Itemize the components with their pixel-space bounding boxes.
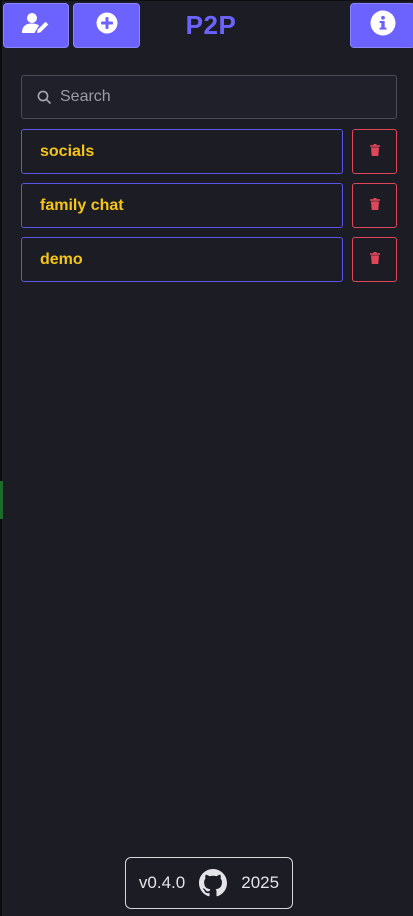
chat-item-socials[interactable]: socials (21, 129, 343, 174)
chat-item-family-chat[interactable]: family chat (21, 183, 343, 228)
search-input[interactable] (60, 88, 396, 106)
trash-icon (369, 251, 380, 269)
app-title: P2P (185, 10, 237, 40)
top-border (2, 0, 413, 1)
version-label: v0.4.0 (138, 873, 186, 892)
delete-chat-button[interactable] (352, 129, 397, 174)
new-chat-button[interactable] (73, 3, 140, 48)
window-edge-indicator (0, 481, 3, 519)
year-label: 2025 (241, 873, 280, 892)
github-icon[interactable] (199, 869, 228, 897)
info-button[interactable] (350, 3, 413, 48)
user-edit-icon (22, 12, 50, 39)
chat-row: socials (21, 129, 397, 174)
app-window: P2P socials (0, 0, 413, 916)
search-icon (37, 90, 51, 104)
delete-chat-button[interactable] (352, 183, 397, 228)
trash-icon (369, 197, 380, 215)
trash-icon (369, 143, 380, 161)
info-circle-icon (370, 10, 396, 41)
chat-item-demo[interactable]: demo (21, 237, 343, 282)
chat-row: demo (21, 237, 397, 282)
search-box (21, 75, 397, 119)
delete-chat-button[interactable] (352, 237, 397, 282)
plus-circle-icon (96, 12, 118, 39)
footer-badge: v0.4.0 2025 (125, 857, 293, 909)
chat-row: family chat (21, 183, 397, 228)
chat-list: socials family chat demo (21, 129, 397, 291)
edit-profile-button[interactable] (3, 3, 69, 48)
